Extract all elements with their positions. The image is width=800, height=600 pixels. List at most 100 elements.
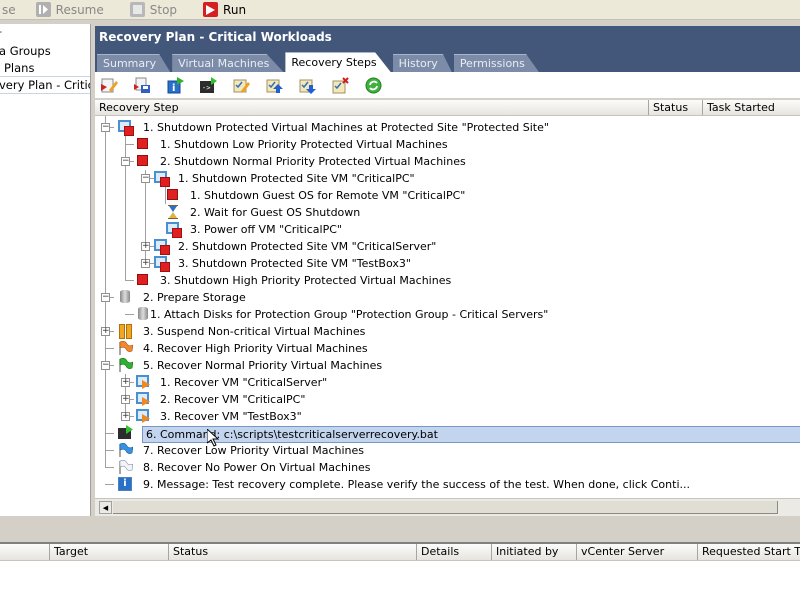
vm-shutdown-icon (117, 119, 134, 136)
tree-row[interactable]: +3. Shutdown Protected Site VM "TestBox3… (95, 255, 800, 272)
tree-row[interactable]: − 5. Recover Normal Priority Virtual Mach… (95, 357, 800, 374)
collapse-icon[interactable]: − (121, 157, 130, 166)
page-title: Recovery Plan - Critical Workloads (99, 30, 332, 44)
resume-button[interactable]: Resume (30, 0, 110, 20)
svg-text:i: i (172, 83, 175, 94)
step-label: 2. Prepare Storage (143, 291, 246, 304)
resume-label: Resume (55, 2, 104, 17)
stop-square-icon (135, 272, 151, 288)
tree-row[interactable]: − 2. Prepare Storage (95, 289, 800, 306)
tree-row[interactable]: +3. Recover VM "TestBox3" (95, 408, 800, 425)
tree-row[interactable]: − 2. Shutdown Normal Priority Protected V… (95, 153, 800, 170)
tree-row[interactable]: 1. Shutdown Low Priority Protected Virtu… (95, 136, 800, 153)
step-label: 1. Shutdown Protected Virtual Machines a… (143, 121, 549, 134)
tree-row[interactable]: 3. Shutdown High Priority Protected Virt… (95, 272, 800, 289)
step-label: 8. Recover No Power On Virtual Machines (143, 461, 371, 474)
task-toolbar: se Resume Stop Run (0, 0, 800, 20)
expand-icon[interactable]: + (141, 242, 150, 251)
column-target[interactable]: Target (50, 544, 169, 560)
collapse-icon[interactable]: − (101, 361, 110, 370)
collapse-icon[interactable]: − (101, 123, 110, 132)
tree-row[interactable]: 4. Recover High Priority Virtual Machine… (95, 340, 800, 357)
step-label: 1. Shutdown Protected Site VM "CriticalP… (178, 172, 415, 185)
edit-step-icon[interactable] (101, 77, 118, 94)
svg-text:->: -> (202, 84, 210, 92)
tree-row[interactable]: 1. Attach Disks for Protection Group "Pr… (95, 306, 800, 323)
green-flag-icon (117, 357, 134, 373)
expand-icon[interactable]: + (101, 327, 110, 336)
expand-icon[interactable]: + (121, 395, 130, 404)
recovery-plan-panel: Recovery Plan - Critical Workloads Summa… (95, 26, 800, 516)
tree-row[interactable]: +1. Recover VM "CriticalServer" (95, 374, 800, 391)
stop-label: Stop (149, 2, 178, 17)
collapse-icon[interactable]: − (101, 293, 110, 302)
column-vcenter-server[interactable]: vCenter Server (577, 544, 698, 560)
add-command-icon[interactable]: -> (200, 76, 217, 94)
step-label: 1. Attach Disks for Protection Group "Pr… (150, 308, 549, 321)
save-step-icon[interactable] (134, 77, 151, 94)
move-up-icon[interactable] (266, 77, 283, 94)
tree-row[interactable]: 6. Command: c:\scripts\testcriticalserve… (95, 425, 800, 443)
pause-button[interactable]: se (0, 0, 22, 20)
expand-icon[interactable]: + (121, 412, 130, 421)
tree-row[interactable]: 3. Power off VM "CriticalPC" (95, 221, 800, 238)
refresh-icon[interactable] (365, 77, 382, 94)
tree-row[interactable]: − 1. Shutdown Protected Virtual Machines … (95, 119, 800, 136)
tree-row[interactable]: +3. Suspend Non-critical Virtual Machine… (95, 323, 800, 340)
add-message-icon[interactable]: i (167, 76, 184, 94)
vm-shutdown-icon (153, 255, 170, 272)
left-tree-line: - (0, 24, 2, 38)
recovery-steps-tree: − 1. Shutdown Protected Virtual Machines … (95, 116, 800, 504)
move-down-icon[interactable] (299, 77, 316, 94)
steps-horizontal-scrollbar[interactable]: ◀ (95, 498, 800, 516)
tab-virtual-machines[interactable]: Virtual Machines (172, 54, 284, 72)
tab-permissions[interactable]: Permissions (453, 54, 539, 72)
command-icon (117, 425, 133, 441)
step-label: 1. Recover VM "CriticalServer" (160, 376, 328, 389)
step-label: 7. Recover Low Priority Virtual Machines (143, 444, 365, 457)
delete-step-icon[interactable] (332, 76, 349, 94)
column-status[interactable]: Status (169, 544, 417, 560)
tab-recovery-steps[interactable]: Recovery Steps (285, 52, 391, 72)
column-name[interactable] (0, 544, 50, 560)
steps-scroll-thumb[interactable] (113, 501, 778, 514)
step-label: 6. Command: c:\scripts\testcriticalserve… (142, 426, 800, 443)
left-item-protection-groups[interactable]: a Groups (0, 44, 51, 58)
column-details[interactable]: Details (417, 544, 492, 560)
column-requested-start-time[interactable]: Requested Start Ti... (698, 544, 800, 560)
stop-square-icon (135, 136, 151, 152)
column-recovery-step[interactable]: Recovery Step (95, 100, 649, 115)
vm-shutdown-icon (165, 221, 182, 238)
panel-header: Recovery Plan - Critical Workloads Summa… (95, 26, 800, 72)
scroll-left-arrow-icon[interactable]: ◀ (99, 501, 112, 514)
expand-icon[interactable]: + (141, 259, 150, 268)
collapse-icon[interactable]: − (141, 174, 150, 183)
panel-divider[interactable] (0, 516, 800, 544)
resume-icon (35, 2, 51, 17)
column-task-started[interactable]: Task Started (703, 100, 800, 115)
column-status[interactable]: Status (649, 100, 703, 115)
tab-summary[interactable]: Summary (97, 54, 171, 72)
tree-row[interactable]: 1. Shutdown Guest OS for Remote VM "Crit… (95, 187, 800, 204)
tree-row[interactable]: 8. Recover No Power On Virtual Machines (95, 459, 800, 476)
left-item-recovery-plan-critical[interactable]: very Plan - Critical W (0, 76, 90, 94)
tree-row[interactable]: +2. Shutdown Protected Site VM "Critical… (95, 238, 800, 255)
tab-history[interactable]: History (392, 54, 452, 72)
tree-row[interactable]: 7. Recover Low Priority Virtual Machines (95, 442, 800, 459)
column-initiated-by[interactable]: Initiated by (492, 544, 577, 560)
step-label: 9. Message: Test recovery complete. Plea… (143, 478, 690, 491)
pause-icon (117, 323, 133, 339)
vm-shutdown-icon (153, 238, 170, 255)
stop-button[interactable]: Stop (124, 0, 183, 20)
run-button[interactable]: Run (197, 0, 252, 20)
vm-recover-icon (135, 374, 151, 390)
vm-recover-icon (135, 408, 151, 424)
tree-row[interactable]: +2. Recover VM "CriticalPC" (95, 391, 800, 408)
tree-row[interactable]: 2. Wait for Guest OS Shutdown (95, 204, 800, 221)
tree-row[interactable]: − 1. Shutdown Protected Site VM "Critical… (95, 170, 800, 187)
step-label: 3. Recover VM "TestBox3" (160, 410, 302, 423)
left-item-recovery-plans[interactable]: Plans (4, 61, 34, 75)
tree-row[interactable]: i 9. Message: Test recovery complete. Ple… (95, 476, 800, 493)
edit-item-icon[interactable] (233, 77, 250, 94)
expand-icon[interactable]: + (121, 378, 130, 387)
